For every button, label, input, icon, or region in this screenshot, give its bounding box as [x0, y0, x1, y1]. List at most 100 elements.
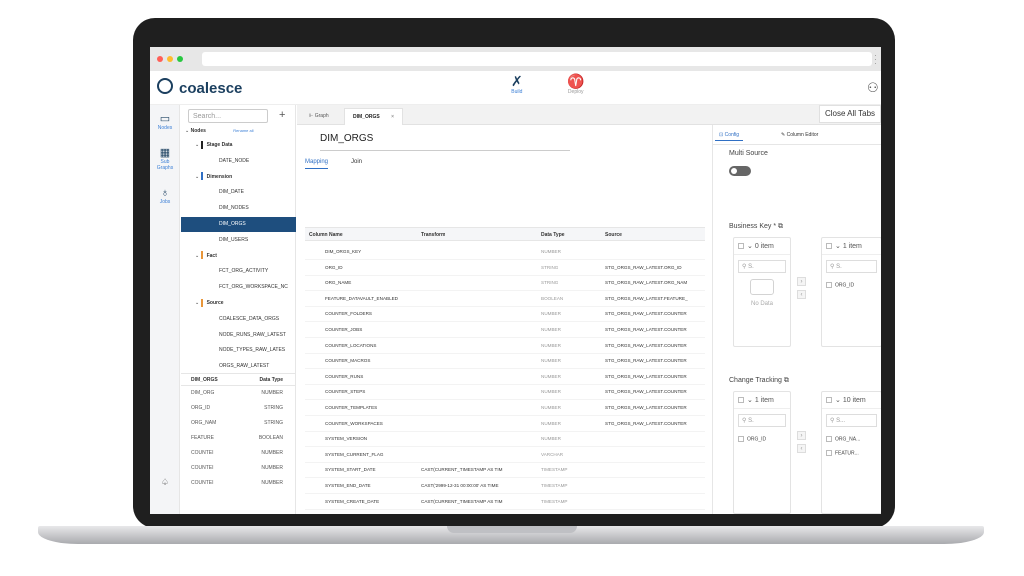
mapping-row[interactable]: SYSTEM_CURRENT_FLAG VARCHAR	[305, 447, 705, 463]
cell-source[interactable]: STG_ORGS_RAW_LATEST.COUNTER	[605, 306, 705, 322]
list-search-input[interactable]: ⚲ S...	[826, 414, 877, 427]
cell-data-type[interactable]: NUMBER	[541, 416, 603, 432]
mapping-row[interactable]: SYSTEM_CREATE_DATE CAST(CURRENT_TIMESTAMP…	[305, 494, 705, 510]
cell-column-name[interactable]: SYSTEM_END_DATE	[325, 478, 413, 494]
cell-data-type[interactable]: NUMBER	[541, 431, 603, 447]
tree-node-item[interactable]: DIM_ORGS	[181, 217, 296, 232]
app-logo[interactable]: coalesce	[179, 80, 242, 97]
cell-data-type[interactable]: NUMBER	[541, 322, 603, 338]
cell-data-type[interactable]: NUMBER	[541, 384, 603, 400]
item-checkbox[interactable]	[826, 450, 832, 457]
tree-node-item[interactable]: FCT_ORG_WORKSPACE_NC	[181, 280, 296, 295]
cell-column-name[interactable]: COUNTER_LOCATIONS	[325, 338, 413, 354]
cell-transform[interactable]: CAST(CURRENT_TIMESTAMP AS TIM	[421, 494, 533, 510]
select-all-checkbox[interactable]	[826, 243, 832, 250]
external-link-icon[interactable]: ⧉	[784, 377, 789, 384]
mapping-row[interactable]: COUNTER_WORKSPACES NUMBER STG_ORGS_RAW_LAT…	[305, 416, 705, 432]
cell-data-type[interactable]: NUMBER	[541, 353, 603, 369]
cell-data-type[interactable]: NUMBER	[541, 400, 603, 416]
cell-source[interactable]: STG_ORGS_RAW_LATEST.COUNTER	[605, 400, 705, 416]
mapping-row[interactable]: ORG_NAME STRING STG_ORGS_RAW_LATEST.ORG_NA…	[305, 275, 705, 292]
mapping-row[interactable]: SYSTEM_END_DATE CAST('2999-12-31 00:00:00…	[305, 478, 705, 494]
window-close-dot[interactable]	[157, 56, 163, 62]
move-left-button[interactable]: ‹	[797, 444, 806, 453]
cell-column-name[interactable]: COUNTER_MACROS	[325, 353, 413, 369]
close-all-tabs-button[interactable]: Close All Tabs	[819, 105, 881, 123]
cell-source[interactable]: STG_ORGS_RAW_LATEST.FEATURE_	[605, 291, 705, 307]
mapping-row[interactable]: FEATURE_DATAVAULT_ENABLED BOOLEAN STG_ORGS…	[305, 291, 705, 307]
tab-column-editor[interactable]: ✎ Column Editor	[777, 129, 822, 141]
mapping-row[interactable]: COUNTER_TEMPLATES NUMBER STG_ORGS_RAW_LATE…	[305, 400, 705, 416]
cell-data-type[interactable]: NUMBER	[541, 338, 603, 354]
close-tab-icon[interactable]: ×	[391, 114, 394, 120]
item-checkbox[interactable]	[738, 436, 744, 442]
cell-column-name[interactable]: COUNTER_RUNS	[325, 369, 413, 385]
subtab-join[interactable]: Join	[351, 159, 362, 165]
mapping-row[interactable]: COUNTER_JOBS NUMBER STG_ORGS_RAW_LATEST.CO…	[305, 322, 705, 338]
mapping-row[interactable]: COUNTER_FOLDERS NUMBER STG_ORGS_RAW_LATEST…	[305, 306, 705, 323]
col-header-source[interactable]: Source	[605, 228, 622, 242]
cell-data-type[interactable]: TIMESTAMP	[541, 509, 603, 514]
cell-column-name[interactable]: COUNTER_TEMPLATES	[325, 400, 413, 416]
add-node-button[interactable]: +	[279, 109, 285, 121]
cell-data-type[interactable]: STRING	[541, 260, 603, 276]
mapping-row[interactable]: COUNTER_RUNS NUMBER STG_ORGS_RAW_LATEST.CO…	[305, 369, 705, 385]
mini-table-row[interactable]: COUNTEI NUMBER	[181, 446, 296, 461]
cell-source[interactable]: STG_ORGS_RAW_LATEST.ORG_ID	[605, 260, 705, 276]
cell-source[interactable]: STG_ORGS_RAW_LATEST.COUNTER	[605, 416, 705, 432]
user-icon[interactable]: ⚇	[867, 80, 879, 96]
mapping-row[interactable]: SYSTEM_UPDATE_DATE CAST(CURRENT_TIMESTAMP…	[305, 509, 705, 514]
move-right-button[interactable]: ›	[797, 431, 806, 440]
cell-column-name[interactable]: DIM_ORGS_KEY	[325, 244, 413, 260]
mapping-row[interactable]: SYSTEM_START_DATE CAST(CURRENT_TIMESTAMP …	[305, 462, 705, 479]
cell-data-type[interactable]: NUMBER	[541, 244, 603, 260]
move-right-button[interactable]: ›	[797, 277, 806, 286]
node-search-input[interactable]: Search...	[188, 109, 268, 123]
move-left-button[interactable]: ‹	[797, 290, 806, 299]
cell-column-name[interactable]: SYSTEM_CREATE_DATE	[325, 494, 413, 510]
mini-table-row[interactable]: DIM_ORG NUMBER	[181, 386, 296, 401]
mapping-row[interactable]: COUNTER_LOCATIONS NUMBER STG_ORGS_RAW_LATE…	[305, 338, 705, 354]
list-item[interactable]: FEATUR...	[822, 446, 881, 460]
mode-build[interactable]: ✗ Build	[511, 74, 523, 96]
cell-column-name[interactable]: COUNTER_WORKSPACES	[325, 416, 413, 432]
cell-column-name[interactable]: ORG_ID	[325, 260, 413, 276]
col-header-datatype[interactable]: Data Type	[541, 228, 565, 242]
tree-node-item[interactable]: DIM_DATE	[181, 185, 296, 200]
list-search-input[interactable]: ⚲ S.	[738, 414, 786, 427]
tree-group[interactable]: ⌄ Stage Data	[181, 138, 296, 153]
cell-source[interactable]: STG_ORGS_RAW_LATEST.ORG_NAM	[605, 275, 705, 291]
mapping-row[interactable]: DIM_ORGS_KEY NUMBER	[305, 244, 705, 260]
mapping-row[interactable]: COUNTER_MACROS NUMBER STG_ORGS_RAW_LATEST.…	[305, 353, 705, 370]
item-checkbox[interactable]	[826, 436, 832, 442]
cell-source[interactable]: STG_ORGS_RAW_LATEST.COUNTER	[605, 338, 705, 354]
tree-node-item[interactable]: NODE_RUNS_RAW_LATEST	[181, 328, 296, 343]
cell-data-type[interactable]: NUMBER	[541, 369, 603, 385]
tree-node-item[interactable]: NODE_TYPES_RAW_LATES	[181, 343, 296, 358]
mini-table-row[interactable]: ORG_NAM STRING	[181, 416, 296, 431]
cell-source[interactable]: STG_ORGS_RAW_LATEST.COUNTER	[605, 384, 705, 400]
cell-data-type[interactable]: STRING	[541, 275, 603, 291]
cell-column-name[interactable]: ORG_NAME	[325, 275, 413, 291]
multi-source-toggle[interactable]	[729, 166, 751, 176]
tab-dim-orgs[interactable]: DIM_ORGS ×	[344, 108, 403, 125]
col-header-name[interactable]: Column Name	[309, 228, 343, 242]
cell-data-type[interactable]: TIMESTAMP	[541, 494, 603, 510]
rail-item-nodes[interactable]: ▭ Nodes	[150, 113, 180, 131]
list-search-input[interactable]: ⚲ S.	[738, 260, 786, 273]
cell-transform[interactable]: CAST('2999-12-31 00:00:00' AS TIME	[421, 478, 533, 494]
cell-transform[interactable]: CAST(CURRENT_TIMESTAMP AS TIM	[421, 509, 533, 514]
cell-column-name[interactable]: SYSTEM_VERSION	[325, 431, 413, 447]
mini-table-row[interactable]: FEATURE BOOLEAN	[181, 431, 296, 446]
mode-deploy[interactable]: ♈ Deploy	[567, 74, 584, 96]
list-item[interactable]: ORG_NA...	[822, 432, 881, 446]
cell-column-name[interactable]: SYSTEM_CURRENT_FLAG	[325, 447, 413, 463]
cell-source[interactable]: STG_ORGS_RAW_LATEST.COUNTER	[605, 322, 705, 338]
tree-node-item[interactable]: COALESCE_DATA_ORGS	[181, 312, 296, 327]
list-search-input[interactable]: ⚲ S.	[826, 260, 877, 273]
cell-column-name[interactable]: COUNTER_JOBS	[325, 322, 413, 338]
external-link-icon[interactable]: ⧉	[778, 223, 783, 230]
mapping-row[interactable]: ORG_ID STRING STG_ORGS_RAW_LATEST.ORG_ID	[305, 260, 705, 276]
cell-source[interactable]: STG_ORGS_RAW_LATEST.COUNTER	[605, 353, 705, 369]
cell-data-type[interactable]: BOOLEAN	[541, 291, 603, 307]
